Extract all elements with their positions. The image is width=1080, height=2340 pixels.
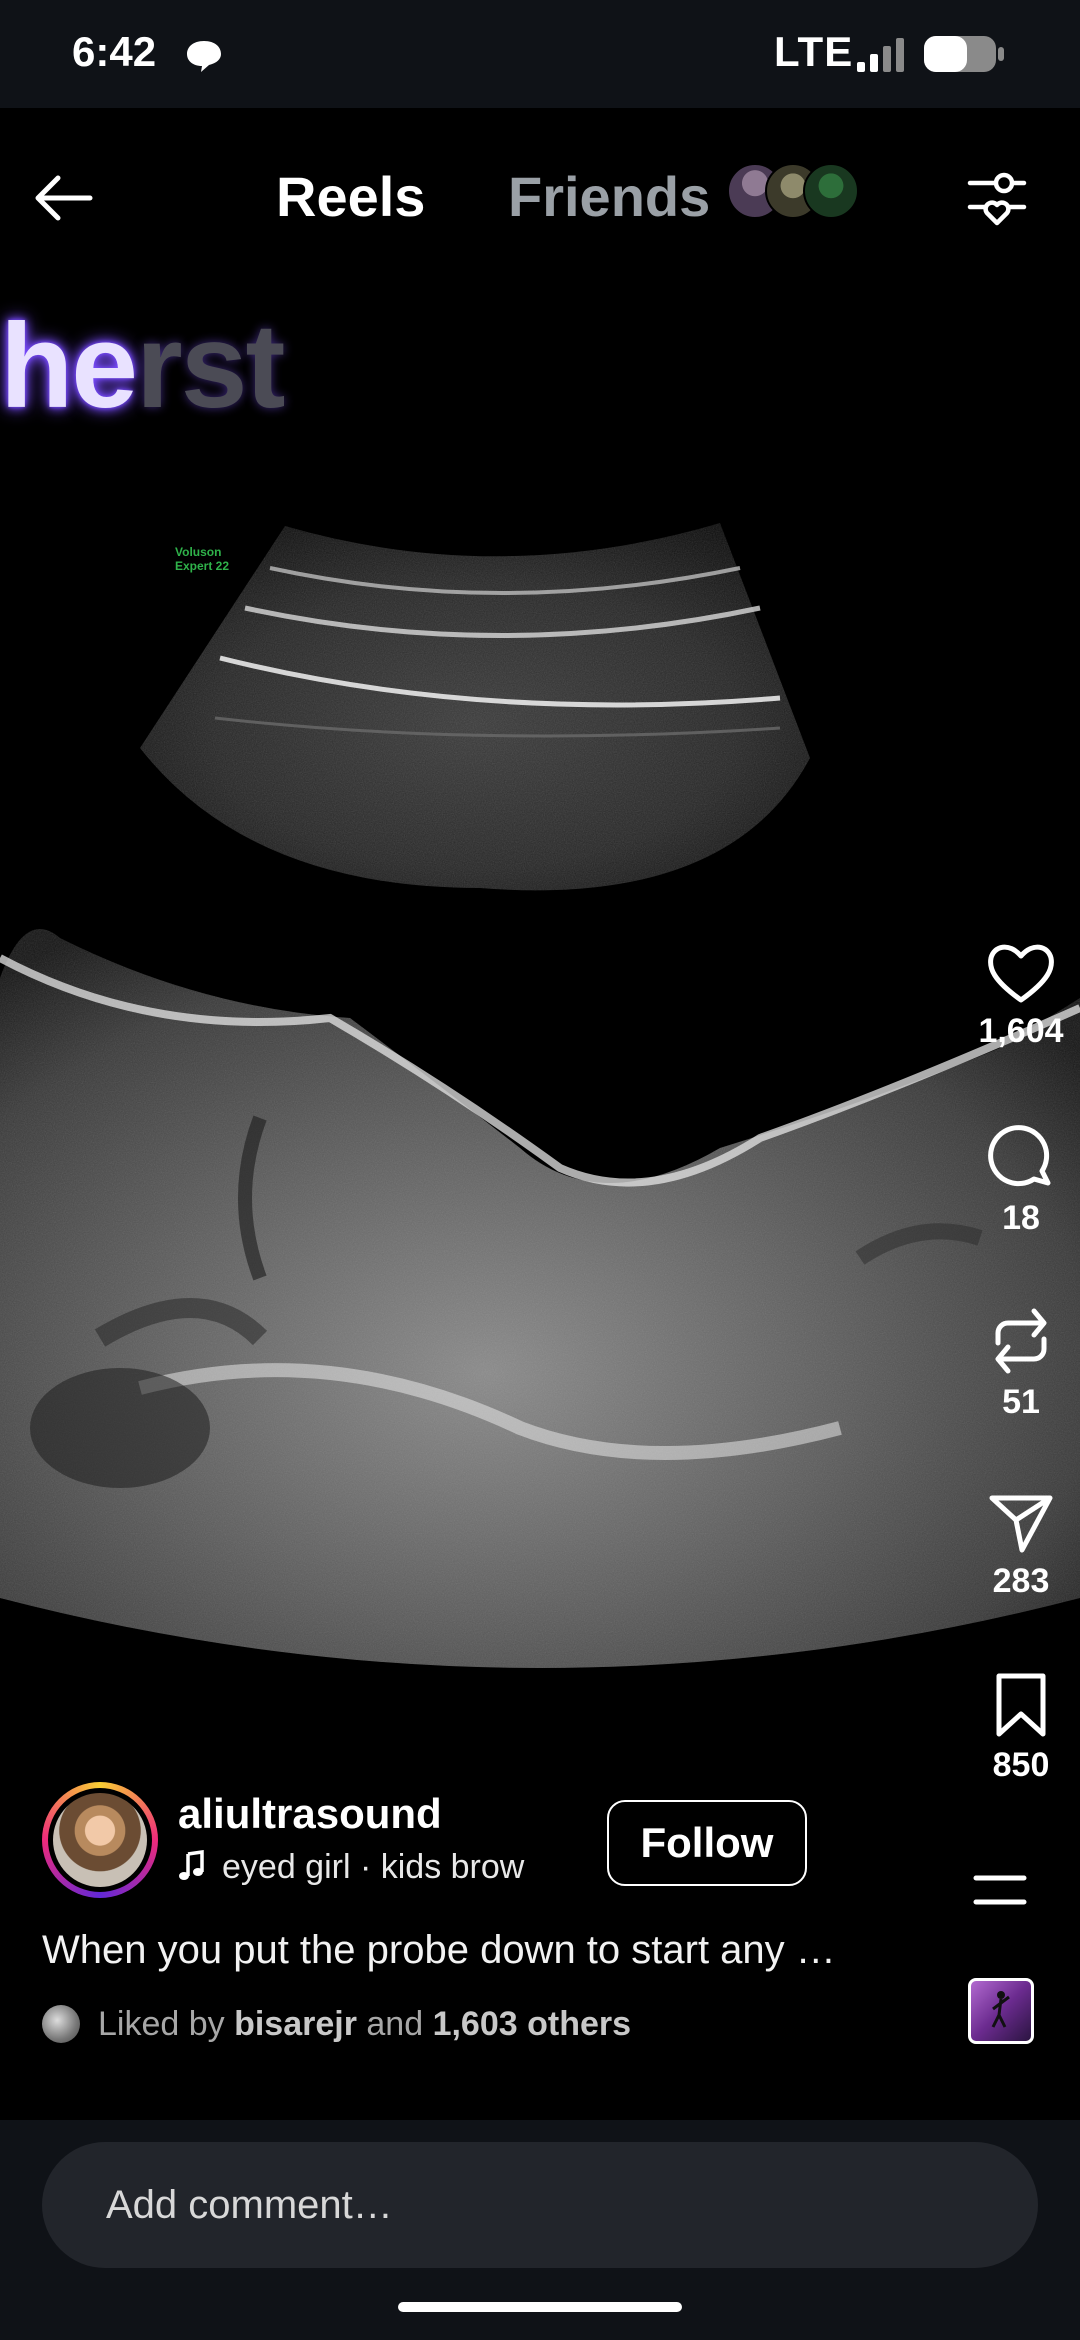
repost-count: 51 — [1002, 1383, 1040, 1421]
music-note-icon — [179, 1849, 204, 1880]
audio-cover-figure — [991, 1991, 1010, 2028]
liked-by-others[interactable]: 1,603 others — [433, 2005, 631, 2043]
friends-avatar-stack[interactable] — [727, 163, 859, 219]
status-bar: 6:42 LTE — [0, 0, 1080, 108]
like-count: 1,604 — [978, 1012, 1064, 1050]
author-username[interactable]: aliultrasound — [178, 1790, 442, 1838]
heart-icon[interactable] — [985, 940, 1057, 1006]
status-time: 6:42 — [72, 28, 157, 75]
home-indicator[interactable] — [398, 2302, 682, 2312]
reels-filter-icon[interactable] — [962, 163, 1032, 233]
video-caption-overlay: herst — [0, 299, 285, 433]
probe-label: Voluson Expert 22 — [175, 545, 230, 573]
follow-button[interactable]: Follow — [607, 1800, 807, 1886]
more-options-icon[interactable] — [970, 1870, 1030, 1910]
add-comment-input[interactable]: Add comment… — [42, 2142, 1038, 2268]
like-action[interactable]: 1,604 — [962, 940, 1080, 1051]
chat-bubble-icon — [187, 41, 221, 72]
author-photo — [53, 1793, 147, 1887]
audio-track-title: eyed girl · kids brow — [222, 1848, 525, 1886]
reel-video[interactable]: Voluson Expert 22 herst — [0, 278, 1080, 2120]
save-action[interactable]: 850 — [962, 1672, 1080, 1785]
back-arrow-icon[interactable] — [28, 163, 98, 233]
share-count: 283 — [992, 1562, 1050, 1600]
liker-avatar — [42, 2005, 80, 2043]
network-type: LTE — [774, 28, 854, 75]
repost-icon[interactable] — [986, 1305, 1056, 1377]
reels-header: Reels Friends — [0, 108, 1080, 278]
share-action[interactable]: 283 — [962, 1490, 1080, 1601]
bookmark-icon[interactable] — [991, 1672, 1051, 1740]
repost-action[interactable]: 51 — [962, 1305, 1080, 1422]
audio-track[interactable]: eyed girl · kids brow — [178, 1848, 580, 1887]
ultrasound-image — [0, 523, 1080, 1668]
friend-avatar — [803, 163, 859, 219]
tab-reels[interactable]: Reels — [276, 164, 425, 229]
signal-icon — [857, 38, 904, 72]
comment-bar: Add comment… — [0, 2120, 1080, 2340]
liked-by[interactable]: Liked by bisarejr and 1,603 others — [42, 2005, 631, 2044]
liked-by-user[interactable]: bisarejr — [234, 2005, 357, 2043]
comment-icon[interactable] — [986, 1123, 1056, 1193]
post-description[interactable]: When you put the probe down to start any… — [42, 1928, 942, 1973]
send-icon[interactable] — [986, 1490, 1056, 1556]
audio-thumbnail[interactable] — [968, 1978, 1034, 2044]
save-count: 850 — [992, 1746, 1050, 1784]
battery-icon — [924, 36, 1004, 72]
author-avatar[interactable] — [42, 1782, 158, 1898]
comment-count: 18 — [1002, 1199, 1040, 1237]
tab-friends[interactable]: Friends — [508, 164, 710, 229]
comment-action[interactable]: 18 — [962, 1123, 1080, 1238]
